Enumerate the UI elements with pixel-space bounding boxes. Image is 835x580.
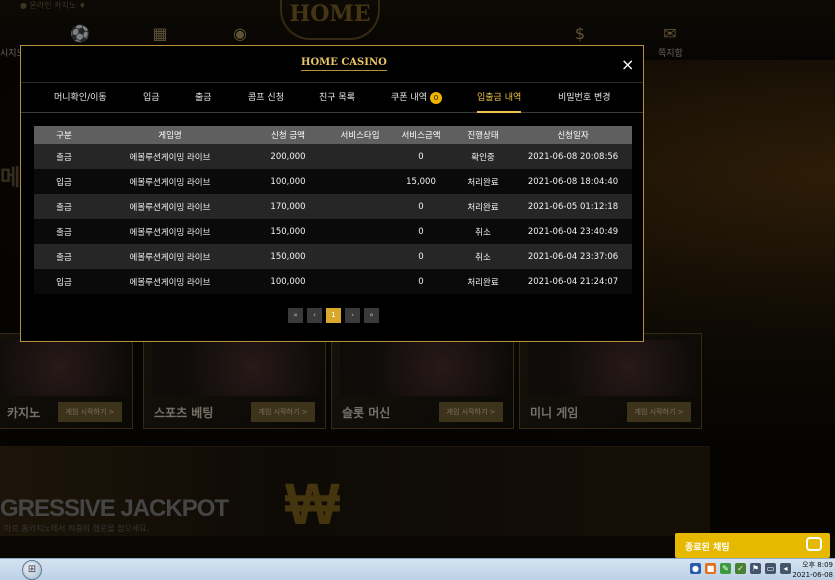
cell-service-type: [330, 269, 390, 294]
col-header-service-type: 서비스타입: [330, 126, 390, 144]
tray-shield-icon[interactable]: ✓: [735, 563, 746, 574]
cell-service-amount: 15,000: [390, 169, 452, 194]
tab-transaction-history[interactable]: 입출금 내역: [477, 83, 522, 113]
cell-service-type: [330, 219, 390, 244]
cell-game: 에볼루션게이밍 라이브: [94, 219, 246, 244]
cell-service-amount: 0: [390, 219, 452, 244]
cell-service-amount: 0: [390, 144, 452, 169]
clock-date: 2021-06-08: [792, 571, 833, 579]
cell-status: 처리완료: [452, 194, 514, 219]
col-header-status: 진행상태: [452, 126, 514, 144]
cell-service-amount: 0: [390, 244, 452, 269]
col-header-type: 구분: [34, 126, 94, 144]
table-row: 출금 에볼루션게이밍 라이브 200,000 0 확인중 2021-06-08 …: [34, 144, 632, 169]
cell-status: 처리완료: [452, 169, 514, 194]
cell-date: 2021-06-04 21:24:07: [514, 269, 632, 294]
tab-comp-request[interactable]: 콤프 신청: [248, 83, 284, 113]
prev-page-button[interactable]: ‹: [307, 308, 322, 323]
cell-date: 2021-06-04 23:40:49: [514, 219, 632, 244]
tab-withdraw[interactable]: 출금: [195, 83, 212, 113]
system-tray: ● ■ ✎ ✓ ⚑ ▭ ◂: [690, 563, 791, 577]
col-header-service-amount: 서비스금액: [390, 126, 452, 144]
cell-type: 입금: [34, 269, 94, 294]
cell-type: 출금: [34, 194, 94, 219]
cell-type: 출금: [34, 144, 94, 169]
close-icon[interactable]: ×: [621, 55, 634, 74]
tab-coupon-label: 쿠폰 내역: [391, 93, 427, 103]
cell-type: 출금: [34, 219, 94, 244]
cell-service-type: [330, 244, 390, 269]
table-header-row: 구분 게임명 신청 금액 서비스타입 서비스금액 진행상태 신청일자: [34, 126, 632, 144]
windows-taskbar: ⊞ ● ■ ✎ ✓ ⚑ ▭ ◂ 오후 8:09 2021-06-08: [0, 558, 835, 580]
table-row: 입금 에볼루션게이밍 라이브 100,000 0 처리완료 2021-06-04…: [34, 269, 632, 294]
taskbar-clock[interactable]: 오후 8:09 2021-06-08: [792, 560, 833, 580]
cell-game: 에볼루션게이밍 라이브: [94, 169, 246, 194]
next-page-button[interactable]: ›: [345, 308, 360, 323]
tab-coupon-history[interactable]: 쿠폰 내역 0: [391, 83, 442, 113]
chat-label: 종료된 채팅: [685, 543, 730, 553]
chat-bubble-icon[interactable]: [806, 537, 822, 551]
cell-service-type: [330, 169, 390, 194]
first-page-button[interactable]: «: [288, 308, 303, 323]
table-row: 출금 에볼루션게이밍 라이브 150,000 0 취소 2021-06-04 2…: [34, 244, 632, 269]
col-header-game: 게임명: [94, 126, 246, 144]
tab-money-check[interactable]: 머니확인/이동: [54, 83, 107, 113]
tray-pen-icon[interactable]: ✎: [720, 563, 731, 574]
cell-status: 처리완료: [452, 269, 514, 294]
tray-volume-icon[interactable]: ◂: [780, 563, 791, 574]
modal-header: HOME CASINO ×: [21, 46, 643, 83]
cell-amount: 150,000: [246, 219, 330, 244]
modal-logo: HOME CASINO: [301, 57, 387, 71]
start-menu-icon[interactable]: ⊞: [22, 560, 42, 580]
tray-app-icon[interactable]: ■: [705, 563, 716, 574]
cell-date: 2021-06-04 23:37:06: [514, 244, 632, 269]
cell-amount: 150,000: [246, 244, 330, 269]
transaction-table: 구분 게임명 신청 금액 서비스타입 서비스금액 진행상태 신청일자 출금 에볼…: [34, 126, 632, 294]
cell-date: 2021-06-08 18:04:40: [514, 169, 632, 194]
cell-amount: 200,000: [246, 144, 330, 169]
table-row: 출금 에볼루션게이밍 라이브 170,000 0 처리완료 2021-06-05…: [34, 194, 632, 219]
cell-service-amount: 0: [390, 269, 452, 294]
modal-tabs: 머니확인/이동 입금 출금 콤프 신청 친구 목록 쿠폰 내역 0 입출금 내역 …: [21, 83, 643, 113]
tray-app-icon[interactable]: ●: [690, 563, 701, 574]
cell-amount: 100,000: [246, 269, 330, 294]
coupon-count-badge: 0: [429, 91, 442, 104]
cell-amount: 100,000: [246, 169, 330, 194]
cell-service-type: [330, 194, 390, 219]
table-row: 입금 에볼루션게이밍 라이브 100,000 15,000 처리완료 2021-…: [34, 169, 632, 194]
cell-service-type: [330, 144, 390, 169]
cell-status: 취소: [452, 244, 514, 269]
cell-date: 2021-06-08 20:08:56: [514, 144, 632, 169]
cell-service-amount: 0: [390, 194, 452, 219]
cell-status: 취소: [452, 219, 514, 244]
table-row: 출금 에볼루션게이밍 라이브 150,000 0 취소 2021-06-04 2…: [34, 219, 632, 244]
cell-type: 출금: [34, 244, 94, 269]
cell-game: 에볼루션게이밍 라이브: [94, 194, 246, 219]
cell-status: 확인중: [452, 144, 514, 169]
deposit-withdraw-modal: HOME CASINO × 머니확인/이동 입금 출금 콤프 신청 친구 목록 …: [20, 45, 644, 342]
cell-type: 입금: [34, 169, 94, 194]
tab-password-change[interactable]: 비밀번호 변경: [558, 83, 611, 113]
tray-flag-icon[interactable]: ⚑: [750, 563, 761, 574]
screen: ● 온라인 카지노 ♦ HOME ⚽ ▦ ◉ $ ✉ 시지노 쪽지함 메 카지노…: [0, 0, 835, 580]
tab-deposit[interactable]: 입금: [143, 83, 160, 113]
cell-amount: 170,000: [246, 194, 330, 219]
clock-time: 오후 8:09: [802, 561, 833, 569]
cell-game: 에볼루션게이밍 라이브: [94, 144, 246, 169]
chat-widget[interactable]: 종료된 채팅: [675, 533, 830, 558]
tray-network-icon[interactable]: ▭: [765, 563, 776, 574]
cell-game: 에볼루션게이밍 라이브: [94, 269, 246, 294]
tab-friend-list[interactable]: 친구 목록: [319, 83, 355, 113]
cell-game: 에볼루션게이밍 라이브: [94, 244, 246, 269]
cell-date: 2021-06-05 01:12:18: [514, 194, 632, 219]
col-header-date: 신청일자: [514, 126, 632, 144]
last-page-button[interactable]: »: [364, 308, 379, 323]
current-page-button[interactable]: 1: [326, 308, 341, 323]
pagination: « ‹ 1 › »: [288, 308, 379, 323]
col-header-amount: 신청 금액: [246, 126, 330, 144]
